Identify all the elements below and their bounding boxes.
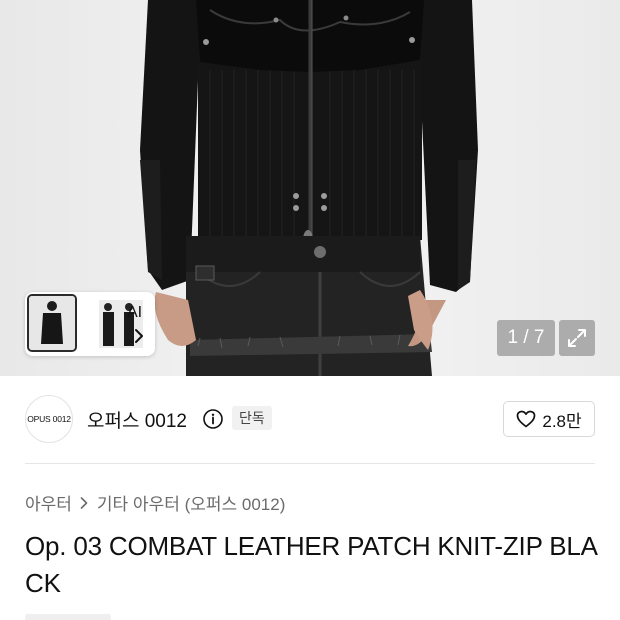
heart-icon	[517, 410, 536, 428]
like-button[interactable]: 2.8만	[503, 401, 595, 437]
brand-row: OPUS 0012 오퍼스 0012 단독 2.8만	[25, 395, 595, 445]
product-title: Op. 03 COMBAT LEATHER PATCH KNIT-ZIP BLA…	[25, 531, 598, 598]
chevron-right-icon	[80, 496, 88, 509]
expand-icon	[568, 329, 586, 347]
exclusive-badge: 단독	[232, 406, 272, 430]
brand-name[interactable]: 오퍼스 0012	[87, 406, 187, 433]
info-icon[interactable]	[202, 408, 224, 430]
thumbnail-figure	[103, 303, 114, 346]
tag-placeholder	[25, 614, 111, 620]
ai-label: AI	[127, 304, 143, 321]
thumbnail-image[interactable]	[27, 294, 77, 352]
chevron-right-icon[interactable]	[129, 326, 149, 346]
thumbnail-image[interactable]	[99, 300, 121, 348]
breadcrumb-category[interactable]: 아우터	[25, 490, 72, 515]
like-count: 2.8만	[542, 411, 582, 431]
expand-button[interactable]	[559, 320, 595, 356]
breadcrumb: 아우터 기타 아우터 (오퍼스 0012)	[25, 490, 285, 515]
image-counter: 1 / 7	[497, 320, 555, 356]
thumbnail-figure	[29, 296, 75, 350]
thumbnail-strip[interactable]: AI	[25, 292, 155, 356]
breadcrumb-subcategory[interactable]: 기타 아우터 (오퍼스 0012)	[97, 490, 285, 515]
product-image-gallery[interactable]: AI 1 / 7	[0, 0, 620, 376]
divider	[25, 463, 595, 464]
brand-logo[interactable]: OPUS 0012	[25, 395, 73, 443]
